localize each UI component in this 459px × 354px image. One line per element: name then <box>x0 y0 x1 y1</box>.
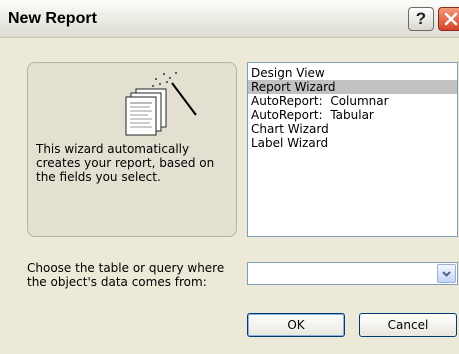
report-type-list[interactable]: Design View Report Wizard AutoReport: Co… <box>247 62 458 237</box>
data-source-label: Choose the table or query where the obje… <box>27 261 225 289</box>
list-item-autoreport-columnar[interactable]: AutoReport: Columnar <box>248 94 457 108</box>
close-icon <box>444 12 458 26</box>
list-item-design-view[interactable]: Design View <box>248 66 457 80</box>
title-bar[interactable]: New Report ? <box>0 0 459 38</box>
cancel-button[interactable]: Cancel <box>359 313 457 337</box>
data-source-combobox[interactable] <box>247 262 458 285</box>
report-wizard-icon <box>125 72 197 136</box>
ok-button[interactable]: OK <box>247 313 345 337</box>
help-icon: ? <box>415 9 427 28</box>
list-item-autoreport-tabular[interactable]: AutoReport: Tabular <box>248 108 457 122</box>
chevron-down-icon <box>442 270 451 277</box>
help-button[interactable]: ? <box>408 7 434 31</box>
wizard-description: This wizard automatically creates your r… <box>36 142 215 184</box>
list-item-report-wizard[interactable]: Report Wizard <box>248 80 457 94</box>
list-item-label-wizard[interactable]: Label Wizard <box>248 136 457 150</box>
window-title: New Report <box>8 10 97 27</box>
list-item-chart-wizard[interactable]: Chart Wizard <box>248 122 457 136</box>
wizard-preview-panel: This wizard automatically creates your r… <box>27 62 237 237</box>
close-button[interactable] <box>438 7 459 31</box>
dropdown-button[interactable] <box>437 264 456 283</box>
